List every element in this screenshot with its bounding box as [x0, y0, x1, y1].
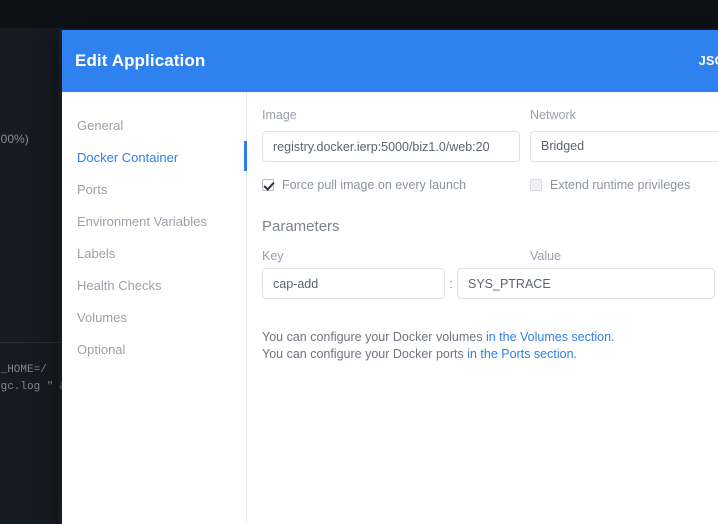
parameter-value-wrap [457, 268, 718, 299]
sidebar-item-label: Labels [77, 245, 116, 261]
extend-privileges-checkbox[interactable] [530, 179, 542, 191]
image-label: Image [262, 108, 297, 122]
parameter-row: : [262, 268, 718, 299]
sidebar-item-label: Environment Variables [77, 213, 207, 229]
parameter-separator: : [449, 276, 453, 291]
sidebar-item-label: General [77, 117, 124, 133]
backdrop-fragment-env: G_HOME=/ [0, 364, 47, 376]
backdrop-top-strip [0, 0, 718, 28]
force-pull-group: Force pull image on every launch [262, 162, 530, 192]
ports-section-link[interactable]: in the Ports section. [467, 347, 577, 361]
volumes-section-link[interactable]: in the Volumes section. [486, 330, 615, 344]
sidebar-item-volumes[interactable]: Volumes [62, 301, 246, 333]
sidebar-item-environment-variables[interactable]: Environment Variables [62, 205, 246, 237]
sidebar: General Docker Container Ports Environme… [62, 92, 247, 524]
extend-privileges-checkbox-row[interactable]: Extend runtime privileges [530, 178, 718, 192]
network-field-group: Network Bridged [530, 108, 718, 162]
network-select[interactable]: Bridged [530, 131, 718, 162]
modal-body: General Docker Container Ports Environme… [62, 92, 718, 524]
force-pull-label: Force pull image on every launch [282, 178, 467, 192]
sidebar-item-ports[interactable]: Ports [62, 173, 246, 205]
force-pull-checkbox-row[interactable]: Force pull image on every launch [262, 178, 530, 192]
json-toggle-button[interactable]: JSON [699, 54, 718, 68]
helper-ports-prefix: You can configure your Docker ports [262, 347, 468, 361]
docker-container-panel: Image Network Bridged Force pull image o… [247, 92, 718, 524]
backdrop-divider [0, 342, 62, 343]
image-field-group: Image [262, 108, 530, 162]
sidebar-item-optional[interactable]: Optional [62, 333, 246, 365]
sidebar-item-health-checks[interactable]: Health Checks [62, 269, 246, 301]
helper-text: You can configure your Docker volumes in… [262, 329, 718, 363]
parameter-value-input[interactable] [457, 268, 715, 299]
image-input[interactable] [262, 131, 520, 162]
checkbox-row: Force pull image on every launch Extend … [262, 162, 718, 192]
helper-line-volumes: You can configure your Docker volumes in… [262, 329, 718, 346]
parameter-key-input[interactable] [262, 268, 445, 299]
extend-privileges-label: Extend runtime privileges [550, 178, 691, 192]
value-label: Value [530, 249, 562, 263]
edit-application-modal: Edit Application JSON General Docker Con… [62, 30, 718, 524]
sidebar-item-label: Health Checks [77, 277, 162, 293]
page-title: Edit Application [75, 51, 206, 70]
helper-line-ports: You can configure your Docker ports in t… [262, 346, 718, 363]
sidebar-item-label: Volumes [77, 309, 127, 325]
parameters-section-title: Parameters [262, 218, 340, 235]
force-pull-checkbox[interactable] [262, 179, 274, 191]
sidebar-item-label: Optional [77, 341, 126, 357]
extend-privileges-group: Extend runtime privileges [530, 162, 718, 192]
sidebar-item-labels[interactable]: Labels [62, 237, 246, 269]
page-root: 100%) G_HOME=/ /gc.log " && Edit Applica… [0, 0, 718, 524]
modal-header: Edit Application JSON [62, 30, 718, 92]
network-label: Network [530, 108, 576, 122]
sidebar-item-general[interactable]: General [62, 109, 246, 141]
sidebar-item-docker-container[interactable]: Docker Container [62, 141, 247, 173]
backdrop-fragment-percent: 100%) [0, 132, 29, 146]
sidebar-item-label: Docker Container [77, 149, 179, 165]
sidebar-item-label: Ports [77, 181, 108, 197]
key-label: Key [262, 249, 284, 263]
image-network-row: Image Network Bridged [262, 108, 718, 162]
helper-volumes-prefix: You can configure your Docker volumes [262, 330, 486, 344]
